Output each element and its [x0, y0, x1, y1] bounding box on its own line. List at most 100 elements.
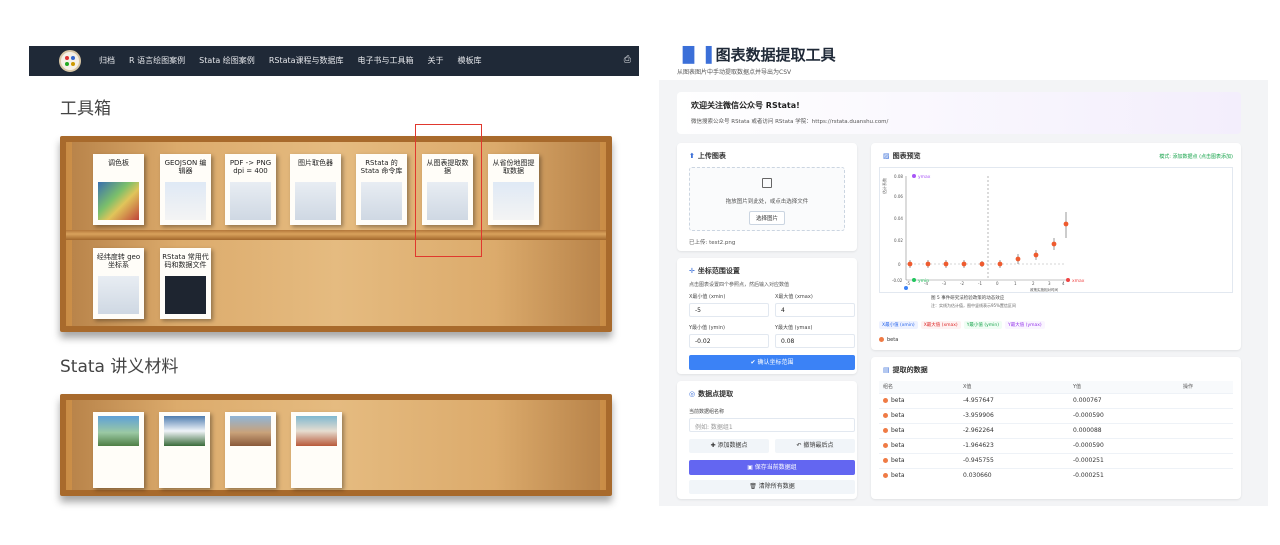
shelf-board: [66, 230, 606, 240]
ymin-marker-label: ymin: [918, 278, 929, 284]
book-thumbnail: [165, 276, 206, 314]
coordinate-hint: 点击图表设置四个参照点，然后输入对应数值: [689, 282, 790, 288]
y-tick-0p06: 0.06: [894, 194, 903, 199]
ymax-marker-label: ymax: [918, 175, 931, 180]
table-row[interactable]: beta -4.957647 0.000767: [879, 392, 1233, 408]
image-dropzone[interactable]: 拖放图片到此处，或点击选择文件 选择图片: [689, 167, 845, 231]
nav-item-ebooks-tools[interactable]: 电子书与工具箱: [358, 55, 414, 66]
x-tick-3: 3: [1048, 281, 1051, 286]
add-point-button[interactable]: ✚ 添加数据点: [689, 439, 769, 453]
y-tick-neg0p02: -0.02: [892, 278, 903, 283]
choose-image-button[interactable]: 选择图片: [748, 211, 785, 225]
nav-menu: 归档 R 语言绘图案例 Stata 绘图案例 RStata课程与数据库 电子书与…: [99, 55, 482, 66]
ymax-label: Y最大值 (ymax): [775, 325, 813, 331]
col-header-group: 组名: [879, 381, 959, 393]
book-palette[interactable]: 调色板: [93, 154, 144, 225]
book-title: 图片取色器: [298, 159, 333, 167]
table-row[interactable]: beta 0.030660 -0.000251: [879, 467, 1233, 483]
points-title: ◎ 数据点提取: [689, 390, 734, 398]
group-name-input[interactable]: 例如: 数据组1: [689, 418, 855, 432]
beta-point: [1015, 256, 1021, 262]
x-tick-0: 0: [996, 281, 999, 286]
beta-point: [997, 261, 1003, 267]
book-cover-photo: [230, 416, 271, 446]
book-color-picker[interactable]: 图片取色器: [290, 154, 341, 225]
mode-indicator: 模式: 添加数据点 (点击图表添加): [1159, 154, 1233, 160]
table-icon: ▤: [883, 366, 890, 374]
table-row[interactable]: beta -0.945755 -0.000251: [879, 452, 1233, 468]
book-province-map-extractor[interactable]: 从省份地图提取数据: [488, 154, 539, 225]
nav-item-about[interactable]: 关于: [428, 55, 444, 66]
toolbox-site: 归档 R 语言绘图案例 Stata 绘图案例 RStata课程与数据库 电子书与…: [29, 46, 639, 516]
nav-item-stata-plots[interactable]: Stata 绘图案例: [199, 55, 255, 66]
welcome-title: 欢迎关注微信公众号 RStata!: [691, 101, 800, 110]
book-lecture-3[interactable]: [225, 412, 276, 488]
book-cover-photo: [164, 416, 205, 446]
confirm-range-button[interactable]: ✔ 确认坐标范围: [689, 355, 855, 370]
xmax-input[interactable]: 4: [775, 303, 855, 317]
series-dot-icon: [883, 443, 888, 448]
book-lecture-1[interactable]: [93, 412, 144, 488]
nav-item-archive[interactable]: 归档: [99, 55, 115, 66]
ymin-label: Y最小值 (ymin): [689, 325, 725, 331]
x-tick-neg5: -5: [906, 281, 910, 286]
save-group-button[interactable]: ▣ 保存当前数据组: [689, 460, 855, 475]
point-extraction-card: ◎ 数据点提取 当前数据组名称 例如: 数据组1 ✚ 添加数据点 ↶ 撤销最后点 …: [677, 381, 857, 499]
coordinate-range-card: ✛ 坐标范围设置 点击图表设置四个参照点，然后输入对应数值 X最小值 (xmin)…: [677, 258, 857, 374]
book-cover-photo: [296, 416, 337, 446]
legend-ymin: Y最小值 (ymin): [963, 321, 1003, 329]
y-tick-0p08: 0.08: [894, 174, 903, 179]
print-icon[interactable]: ⎙: [624, 55, 631, 65]
x-axis-label: 政策实施相对时间: [1030, 287, 1058, 292]
welcome-banner: 欢迎关注微信公众号 RStata! 微信搜索公众号 RStata 或者访问 RS…: [677, 92, 1241, 134]
book-thumbnail: [230, 182, 271, 220]
chart-extractor-app: ▐▌▐ 图表数据提取工具 从图表图片中手动提取数据点并导出为CSV 欢迎关注微信公…: [659, 40, 1268, 506]
x-tick-neg3: -3: [942, 281, 946, 286]
app-title: ▐▌▐ 图表数据提取工具: [677, 44, 836, 65]
series-legend: beta: [879, 337, 898, 343]
legend-ymax: Y最大值 (ymax): [1005, 321, 1045, 329]
toolbox-heading: 工具箱: [60, 99, 111, 119]
table-row[interactable]: beta -1.964623 -0.000590: [879, 437, 1233, 453]
ymin-input[interactable]: -0.02: [689, 334, 769, 348]
table-row[interactable]: beta -3.959906 -0.000590: [879, 407, 1233, 423]
ymax-input[interactable]: 0.08: [775, 334, 855, 348]
book-latlon-to-geo[interactable]: 经纬度转 geo 坐标系: [93, 248, 144, 319]
nav-item-r-plots[interactable]: R 语言绘图案例: [129, 55, 185, 66]
book-lecture-4[interactable]: [291, 412, 342, 488]
app-subtitle: 从图表图片中手动提取数据点并导出为CSV: [677, 69, 792, 76]
palette-logo-icon[interactable]: [59, 50, 81, 72]
book-title: RStata 的 Stata 命令库: [360, 159, 403, 176]
nav-item-rstata-courses[interactable]: RStata课程与数据库: [269, 55, 344, 66]
upload-icon: ⬆: [689, 152, 695, 160]
coordinate-title: ✛ 坐标范围设置: [689, 267, 740, 275]
series-dot-icon: [883, 458, 888, 463]
bar-chart-icon: ▐▌▐: [677, 46, 712, 64]
book-rstata-command-library[interactable]: RStata 的 Stata 命令库: [356, 154, 407, 225]
beta-point: [1033, 252, 1039, 258]
book-title: PDF -> PNG dpi = 400: [229, 159, 272, 176]
dropzone-text: 拖放图片到此处，或点击选择文件: [725, 199, 809, 205]
chart-preview-card: ▨ 图表预览 模式: 添加数据点 (点击图表添加) 估计系数 0.08 0.06 …: [871, 143, 1241, 350]
group-name-label: 当前数据组名称: [689, 409, 725, 415]
book-rstata-common-code[interactable]: RStata 常用代码和数据文件: [160, 248, 211, 319]
col-header-actions: 操作: [1179, 381, 1233, 393]
book-geojson-editor[interactable]: GEOJSON 编辑器: [160, 154, 211, 225]
book-thumbnail: [295, 182, 336, 220]
uploaded-chart-svg: 估计系数 0.08 0.06 0.04 0.02 0 -0.02 -5 -4 -…: [881, 174, 1085, 292]
nav-item-templates[interactable]: 模板库: [458, 55, 482, 66]
book-thumbnail: [165, 182, 206, 220]
book-pdf-to-png[interactable]: PDF -> PNG dpi = 400: [225, 154, 276, 225]
book-lecture-2[interactable]: [159, 412, 210, 488]
y-tick-0p04: 0.04: [894, 216, 903, 221]
chart-canvas[interactable]: 估计系数 0.08 0.06 0.04 0.02 0 -0.02 -5 -4 -…: [879, 167, 1233, 293]
welcome-text: 微信搜索公众号 RStata 或者访问 RStata 学院：https://rs…: [691, 119, 889, 125]
col-header-x: X值: [959, 381, 1069, 393]
undo-point-button[interactable]: ↶ 撤销最后点: [775, 439, 855, 453]
crosshair-icon: ✛: [689, 267, 695, 275]
xmin-input[interactable]: -5: [689, 303, 769, 317]
marker-legend: X最小值 (xmin) X最大值 (xmax) Y最小值 (ymin) Y最大值…: [879, 321, 1045, 329]
table-row[interactable]: beta -2.962264 0.000088: [879, 422, 1233, 438]
xmax-marker: [1066, 278, 1070, 282]
clear-all-button[interactable]: 🗑 清除所有数据: [689, 480, 855, 494]
